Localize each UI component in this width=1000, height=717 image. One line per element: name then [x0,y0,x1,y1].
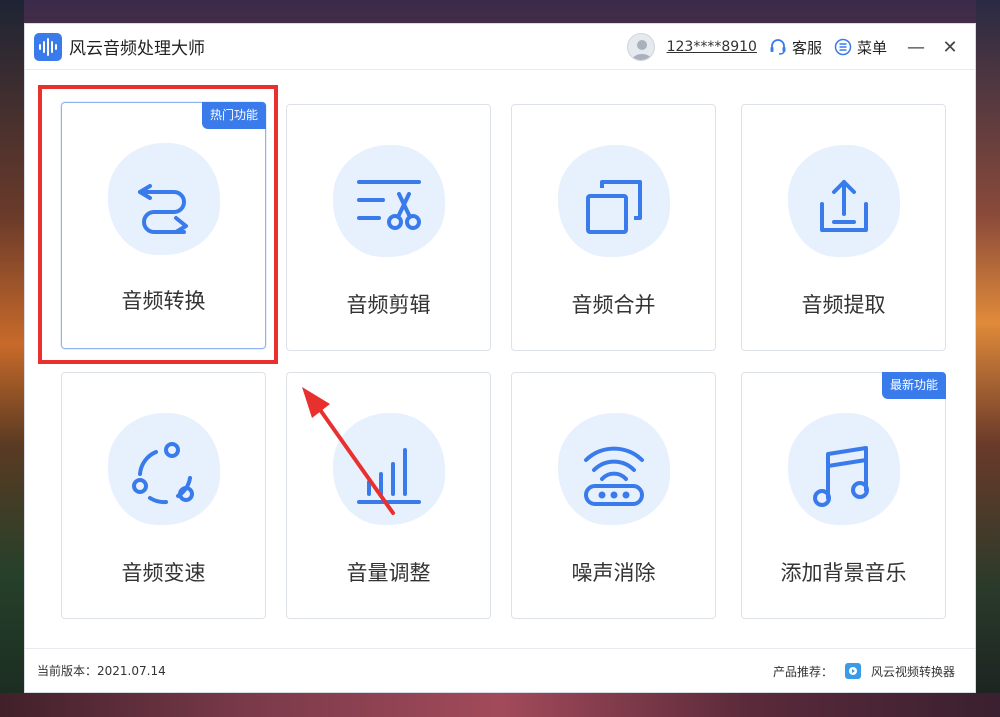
feature-label: 添加背景音乐 [780,561,907,585]
video-converter-icon [844,663,861,679]
new-feature-badge: 最新功能 [881,372,946,399]
feature-card-audio-extract[interactable]: 音频提取 [741,104,946,351]
customer-service-button[interactable]: 客服 [769,37,822,58]
feature-label: 音频变速 [121,561,206,585]
app-window: 风云音频处理大师 123****8910 客服 菜单 — ✕ 热门功能 音频转换… [24,23,976,693]
menu-label: 菜单 [856,38,887,57]
hot-feature-badge: 热门功能 [201,102,266,129]
wifi-router-icon [569,429,659,519]
title-bar: 风云音频处理大师 123****8910 客服 菜单 — ✕ [25,24,975,70]
scissors-cut-icon [344,161,434,251]
close-button[interactable]: ✕ [933,24,967,70]
feature-label: 音频剪辑 [346,293,431,317]
feature-label: 音量调整 [346,561,431,585]
headset-icon [770,39,786,55]
app-logo-icon [34,32,62,61]
status-footer: 当前版本：2021.07.14 产品推荐： 风云视频转换器 [25,648,975,692]
product-recommendation: 产品推荐： 风云视频转换器 [773,649,955,693]
menu-button[interactable]: 菜单 [834,37,887,58]
feature-label: 噪声消除 [571,561,656,585]
app-title: 风云音频处理大师 [69,39,205,59]
feature-label: 音频转换 [121,289,206,313]
version-text: 当前版本：2021.07.14 [37,664,166,678]
feature-label: 音频合并 [571,293,656,317]
account-link[interactable]: 123****8910 [667,39,757,55]
minimize-button[interactable]: — [899,24,933,70]
feature-card-audio-edit[interactable]: 音频剪辑 [286,104,491,351]
feature-card-audio-speed[interactable]: 音频变速 [61,372,266,619]
recommend-label: 产品推荐： [772,664,833,679]
convert-arrows-icon [119,159,209,249]
speed-circle-icon [119,429,209,519]
customer-service-label: 客服 [791,38,822,57]
merge-windows-icon [569,161,659,251]
feature-card-noise-removal[interactable]: 噪声消除 [511,372,716,619]
feature-label: 音频提取 [801,293,886,317]
feature-card-audio-merge[interactable]: 音频合并 [511,104,716,351]
recommend-product-link[interactable]: 风云视频转换器 [871,663,955,680]
desktop-background-right [976,0,1000,717]
user-avatar[interactable] [626,33,655,61]
feature-card-background-music[interactable]: 最新功能 添加背景音乐 [741,372,946,619]
desktop-background-bottom [0,693,1000,717]
feature-card-volume-adjust[interactable]: 音量调整 [286,372,491,619]
feature-card-audio-convert[interactable]: 热门功能 音频转换 [61,102,266,349]
desktop-background-left [0,0,24,717]
volume-bars-icon [344,429,434,519]
music-note-icon [799,429,889,519]
export-tray-icon [799,161,889,251]
menu-list-icon [834,38,852,56]
